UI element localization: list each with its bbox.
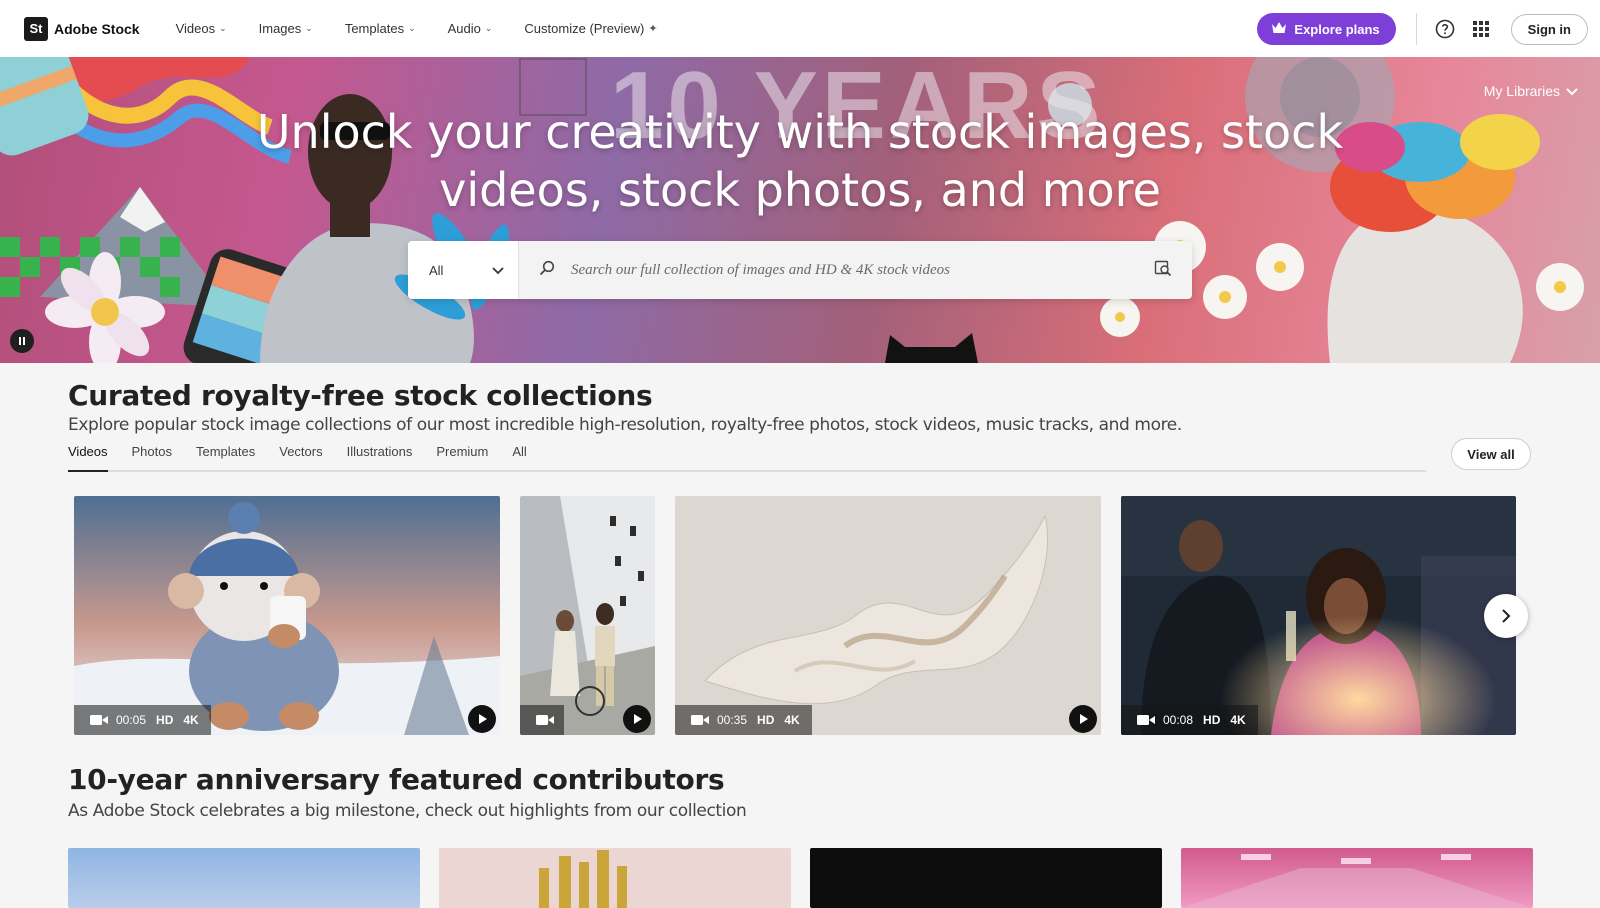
video-camera-icon: [1137, 715, 1155, 725]
video-hd-badge: HD: [156, 713, 174, 727]
nav-videos-label: Videos: [175, 21, 216, 36]
video-duration: 00:05: [116, 713, 147, 727]
video-card[interactable]: [520, 496, 655, 735]
play-icon[interactable]: [468, 705, 496, 733]
contributors-section-subtitle: As Adobe Stock celebrates a big mileston…: [68, 801, 747, 821]
chevron-right-icon: [1502, 609, 1511, 623]
video-duration: 00:35: [717, 713, 748, 727]
nav-videos[interactable]: Videos ⌄: [176, 21, 227, 36]
crown-icon: [1271, 21, 1287, 37]
logo-mark: St: [24, 16, 48, 41]
my-libraries-label: My Libraries: [1483, 83, 1560, 99]
hero-banner: 10 YEARS Unlock your creativity with sto…: [0, 57, 1600, 363]
video-info-badge: 00:35 HD 4K: [675, 705, 812, 735]
top-nav: St Adobe Stock Videos ⌄ Images ⌄ Templates…: [0, 0, 1600, 58]
chevron-down-icon: ⌄: [484, 23, 493, 33]
search-field: [519, 241, 1192, 299]
nav-audio[interactable]: Audio ⌄: [448, 21, 493, 36]
contributor-thumbnail: [1181, 854, 1533, 908]
video-duration: 00:08: [1163, 713, 1194, 727]
hero-title-line-1: Unlock your creativity with stock images…: [256, 105, 1344, 159]
play-icon[interactable]: [1069, 705, 1097, 733]
contributors-section-title: 10-year anniversary featured contributor…: [68, 763, 725, 796]
video-4k-badge: 4K: [784, 713, 800, 727]
hero-title: Unlock your creativity with stock images…: [0, 103, 1600, 219]
nav-audio-label: Audio: [447, 21, 481, 36]
help-icon[interactable]: [1431, 15, 1459, 43]
curated-section-title: Curated royalty-free stock collections: [68, 379, 653, 412]
sign-in-button[interactable]: Sign in: [1510, 13, 1588, 45]
video-thumbnail: [520, 496, 655, 735]
video-hd-badge: HD: [1203, 713, 1221, 727]
search-input[interactable]: [569, 260, 1154, 280]
video-info-badge: 00:08 HD 4K: [1121, 705, 1258, 735]
contributor-card[interactable]: [810, 848, 1162, 908]
video-camera-icon: [90, 715, 108, 725]
tab-photos[interactable]: Photos: [132, 444, 172, 470]
sparkle-icon: ✦: [648, 23, 658, 35]
search-bar: All: [408, 241, 1192, 299]
contributor-thumbnail: [539, 850, 627, 908]
tab-all[interactable]: All: [512, 444, 526, 470]
video-card[interactable]: 00:05 HD 4K: [74, 496, 500, 735]
my-libraries-button[interactable]: My Libraries: [1484, 83, 1578, 99]
video-camera-icon: [536, 715, 554, 725]
chevron-down-icon: ⌄: [219, 23, 227, 33]
view-all-button[interactable]: View all: [1451, 438, 1531, 470]
pause-icon[interactable]: [10, 329, 34, 353]
nav-customize[interactable]: Customize (Preview) ✦: [524, 21, 657, 36]
nav-templates-label: Templates: [344, 21, 405, 36]
app-grid-icon[interactable]: [1467, 15, 1495, 43]
logo-text: Adobe Stock: [54, 20, 140, 37]
video-card[interactable]: 00:08 HD 4K: [1121, 496, 1516, 735]
video-hd-badge: HD: [757, 713, 775, 727]
visual-search-icon[interactable]: [1154, 259, 1172, 282]
video-card[interactable]: 00:35 HD 4K: [675, 496, 1101, 735]
tab-premium[interactable]: Premium: [436, 444, 488, 470]
chevron-down-icon: ⌄: [408, 23, 416, 33]
tab-illustrations[interactable]: Illustrations: [347, 444, 413, 470]
contributor-card[interactable]: [68, 848, 420, 908]
nav-divider: [1415, 13, 1417, 45]
curated-section-subtitle: Explore popular stock image collections …: [68, 415, 1182, 435]
nav-images[interactable]: Images ⌄: [259, 21, 313, 36]
video-info-badge: [520, 705, 564, 735]
nav-images-label: Images: [258, 21, 302, 36]
play-icon[interactable]: [623, 705, 651, 733]
adobe-stock-logo[interactable]: St Adobe Stock: [24, 16, 140, 41]
contributor-card[interactable]: [1181, 848, 1533, 908]
tab-templates[interactable]: Templates: [196, 444, 255, 470]
contributor-card[interactable]: [439, 848, 791, 908]
video-camera-icon: [691, 715, 709, 725]
video-thumbnail: [1121, 496, 1516, 735]
tab-videos[interactable]: Videos: [68, 444, 108, 472]
search-icon: [539, 260, 555, 281]
nav-links: Videos ⌄ Images ⌄ Templates ⌄ Audio ⌄ Custom…: [176, 21, 690, 36]
tab-vectors[interactable]: Vectors: [279, 444, 322, 470]
nav-templates[interactable]: Templates ⌄: [345, 21, 416, 36]
video-info-badge: 00:05 HD 4K: [74, 705, 211, 735]
video-4k-badge: 4K: [183, 713, 199, 727]
nav-right: Explore plans Sign in: [1257, 13, 1588, 45]
video-thumbnail: [675, 496, 1101, 735]
chevron-down-icon: [492, 263, 504, 278]
collection-tabs: Videos Photos Templates Vectors Illustra…: [68, 444, 1426, 472]
hero-title-line-2: videos, stock photos, and more: [439, 163, 1161, 217]
video-4k-badge: 4K: [1230, 713, 1246, 727]
nav-customize-label: Customize (Preview): [524, 21, 645, 36]
explore-plans-label: Explore plans: [1294, 21, 1380, 37]
search-category-value: All: [429, 262, 444, 278]
explore-plans-button[interactable]: Explore plans: [1257, 13, 1396, 45]
chevron-down-icon: ⌄: [305, 23, 313, 33]
search-category-select[interactable]: All: [408, 241, 519, 299]
chevron-down-icon: [1566, 83, 1578, 99]
video-thumbnail: [74, 496, 500, 735]
carousel-next-button[interactable]: [1484, 594, 1528, 638]
